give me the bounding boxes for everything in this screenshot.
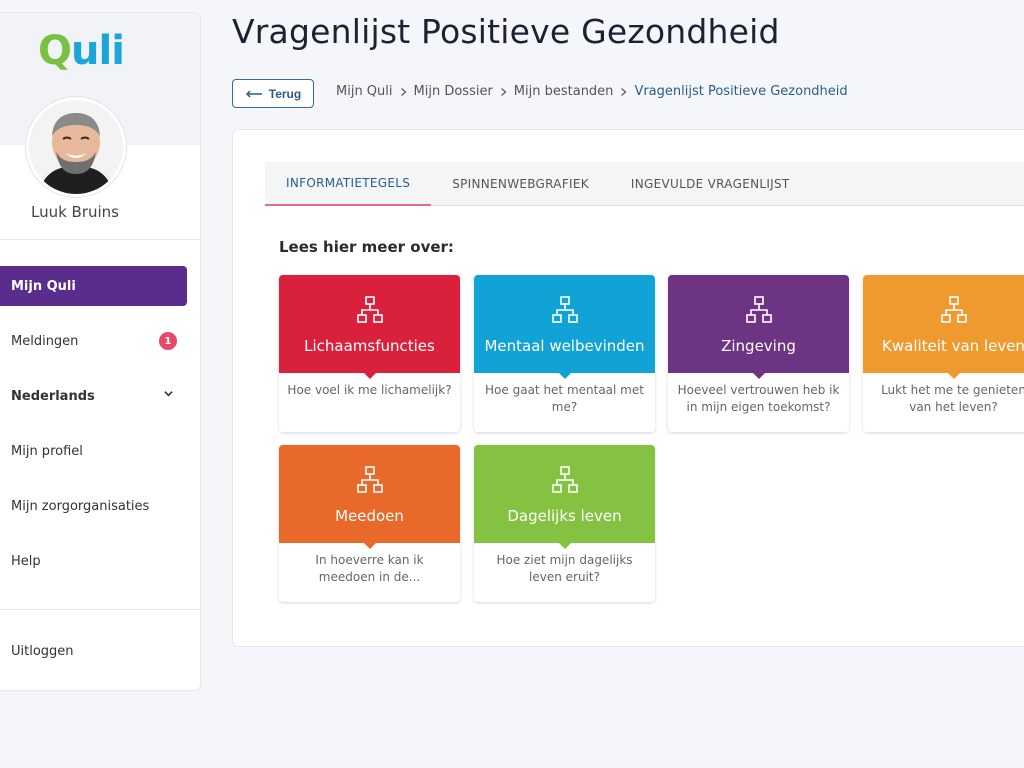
tab-bar: INFORMATIETEGELS SPINNENWEBGRAFIEK INGEV… bbox=[265, 162, 1024, 206]
tile-lichaamsfuncties[interactable]: Lichaamsfuncties Hoe voel ik me lichamel… bbox=[279, 275, 460, 432]
tile-header: Meedoen bbox=[279, 445, 460, 549]
tile-title: Dagelijks leven bbox=[507, 507, 622, 525]
tab-spinnenwebgrafiek[interactable]: SPINNENWEBGRAFIEK bbox=[431, 162, 610, 206]
tile-header: Lichaamsfuncties bbox=[279, 275, 460, 379]
tab-informatietegels[interactable]: INFORMATIETEGELS bbox=[265, 162, 432, 206]
tile-description: In hoeverre kan ik meedoen in de... bbox=[315, 553, 424, 584]
chevron-right-icon bbox=[500, 87, 507, 96]
tile-description: Hoe ziet mijn dagelijks leven eruit? bbox=[496, 553, 633, 584]
hierarchy-icon bbox=[745, 296, 772, 323]
back-button[interactable]: Terug bbox=[232, 79, 314, 108]
avatar[interactable] bbox=[26, 97, 126, 197]
chevron-right-icon bbox=[621, 87, 628, 96]
breadcrumb-item[interactable]: Mijn Quli bbox=[336, 84, 393, 99]
tile-header: Zingeving bbox=[668, 275, 849, 379]
sidebar-item-meldingen[interactable]: Meldingen 1 bbox=[0, 321, 187, 361]
breadcrumb-item[interactable]: Mijn Dossier bbox=[414, 84, 493, 99]
hierarchy-icon bbox=[356, 296, 383, 323]
sidebar-divider bbox=[0, 609, 200, 610]
hierarchy-icon bbox=[940, 296, 967, 323]
sidebar-divider bbox=[0, 239, 200, 240]
tile-title: Meedoen bbox=[335, 507, 404, 525]
hierarchy-icon bbox=[551, 296, 578, 323]
tile-header: Dagelijks leven bbox=[474, 445, 655, 549]
content-card: INFORMATIETEGELS SPINNENWEBGRAFIEK INGEV… bbox=[232, 129, 1024, 647]
quli-logo[interactable]: Quli bbox=[38, 31, 125, 71]
sidebar-item-help[interactable]: Help bbox=[0, 541, 187, 581]
sidebar-item-mijn-zorgorganisaties[interactable]: Mijn zorgorganisaties bbox=[0, 486, 187, 526]
page-title: Vragenlijst Positieve Gezondheid bbox=[232, 12, 780, 51]
sidebar: Quli Luuk Bruins Mijn Quli Meldingen 1 N… bbox=[0, 12, 201, 691]
arrow-left-icon bbox=[245, 89, 262, 98]
tile-meedoen[interactable]: Meedoen In hoeverre kan ik meedoen in de… bbox=[279, 445, 460, 602]
tile-description: Hoe gaat het mentaal met me? bbox=[485, 383, 644, 414]
hierarchy-icon bbox=[356, 466, 383, 493]
tab-ingevulde-vragenlijst[interactable]: INGEVULDE VRAGENLIJST bbox=[610, 162, 811, 206]
tile-kwaliteit-van-leven[interactable]: Kwaliteit van leven Lukt het me te genie… bbox=[863, 275, 1024, 432]
tile-header: Kwaliteit van leven bbox=[863, 275, 1024, 379]
tile-title: Lichaamsfuncties bbox=[304, 337, 435, 355]
language-select[interactable]: Nederlands bbox=[0, 376, 187, 416]
chevron-down-icon bbox=[164, 391, 173, 397]
tile-title: Mentaal welbevinden bbox=[484, 337, 645, 355]
breadcrumb-item[interactable]: Mijn bestanden bbox=[514, 84, 614, 99]
sidebar-item-mijn-profiel[interactable]: Mijn profiel bbox=[0, 431, 187, 471]
user-name: Luuk Bruins bbox=[30, 203, 119, 221]
notification-badge: 1 bbox=[159, 332, 177, 350]
avatar-photo bbox=[29, 100, 123, 194]
tile-dagelijks-leven[interactable]: Dagelijks leven Hoe ziet mijn dagelijks … bbox=[474, 445, 655, 602]
tile-mentaal-welbevinden[interactable]: Mentaal welbevinden Hoe gaat het mentaal… bbox=[474, 275, 655, 432]
chevron-right-icon bbox=[400, 87, 407, 96]
tile-description: Lukt het me te genieten van het leven? bbox=[881, 383, 1024, 414]
tile-zingeving[interactable]: Zingeving Hoeveel vertrouwen heb ik in m… bbox=[668, 275, 849, 432]
tile-description: Hoeveel vertrouwen heb ik in mijn eigen … bbox=[677, 383, 840, 414]
tile-title: Kwaliteit van leven bbox=[882, 337, 1024, 355]
hierarchy-icon bbox=[551, 466, 578, 493]
logout-button[interactable]: Uitloggen bbox=[0, 631, 187, 671]
breadcrumb: Mijn Quli Mijn Dossier Mijn bestanden Vr… bbox=[336, 84, 848, 99]
tile-title: Zingeving bbox=[721, 337, 796, 355]
sidebar-item-mijn-quli[interactable]: Mijn Quli bbox=[0, 266, 187, 306]
tile-header: Mentaal welbevinden bbox=[474, 275, 655, 379]
breadcrumb-current: Vragenlijst Positieve Gezondheid bbox=[634, 84, 848, 99]
section-label: Lees hier meer over: bbox=[279, 238, 454, 256]
